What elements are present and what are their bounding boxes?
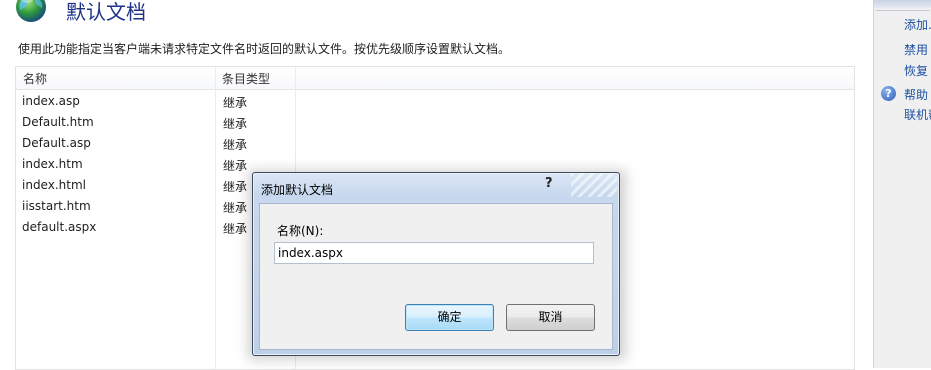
action-help-link[interactable]: 帮助 [904, 86, 928, 103]
globe-document-icon [16, 0, 46, 22]
row-type: 继承 [223, 159, 248, 173]
actions-divider [876, 10, 930, 11]
row-type: 继承 [223, 117, 248, 131]
action-disable-link[interactable]: 禁用 [904, 41, 928, 58]
row-name: default.aspx [22, 220, 97, 234]
list-header: 名称 条目类型 [16, 67, 854, 90]
dialog-title-decoration [571, 173, 617, 197]
row-name: index.asp [22, 94, 80, 108]
row-name: index.html [22, 178, 86, 192]
row-type: 继承 [223, 180, 248, 194]
table-row[interactable]: Default.asp 继承 [16, 133, 854, 154]
action-add-link[interactable]: 添加... [904, 16, 931, 33]
action-online-help-link[interactable]: 联机帮助 [904, 106, 931, 123]
dialog-body: 名称(N): 确定 取消 [259, 203, 613, 350]
row-name: index.htm [22, 157, 83, 171]
table-row[interactable]: Default.htm 继承 [16, 112, 854, 133]
action-revert-link[interactable]: 恢复 [904, 62, 928, 79]
table-row[interactable]: index.asp 继承 [16, 91, 854, 112]
row-type: 继承 [223, 138, 248, 152]
page-title: 默认文档 [66, 0, 146, 24]
actions-header-bar [874, 0, 931, 8]
actions-pane: 添加... 禁用 恢复 ? 帮助 联机帮助 [873, 0, 931, 368]
dialog-title: 添加默认文档 [261, 183, 334, 197]
name-field-label: 名称(N): [277, 224, 324, 238]
row-type: 继承 [223, 222, 248, 236]
row-name: Default.asp [22, 136, 91, 150]
row-name: iisstart.htm [22, 199, 91, 213]
help-icon: ? [881, 86, 896, 101]
column-header-entry-type[interactable]: 条目类型 [222, 70, 270, 87]
column-header-name[interactable]: 名称 [23, 70, 47, 87]
ok-button[interactable]: 确定 [405, 304, 494, 331]
dialog-help-button[interactable]: ? [545, 176, 553, 191]
name-input[interactable] [274, 242, 594, 264]
page-description: 使用此功能指定当客户端未请求特定文件名时返回的默认文件。按优先级顺序设置默认文档… [18, 42, 511, 56]
row-name: Default.htm [22, 115, 94, 129]
add-default-document-dialog: 添加默认文档 ? 名称(N): 确定 取消 [252, 172, 620, 356]
row-type: 继承 [223, 201, 248, 215]
cancel-button[interactable]: 取消 [506, 304, 595, 331]
row-type: 继承 [223, 96, 248, 110]
